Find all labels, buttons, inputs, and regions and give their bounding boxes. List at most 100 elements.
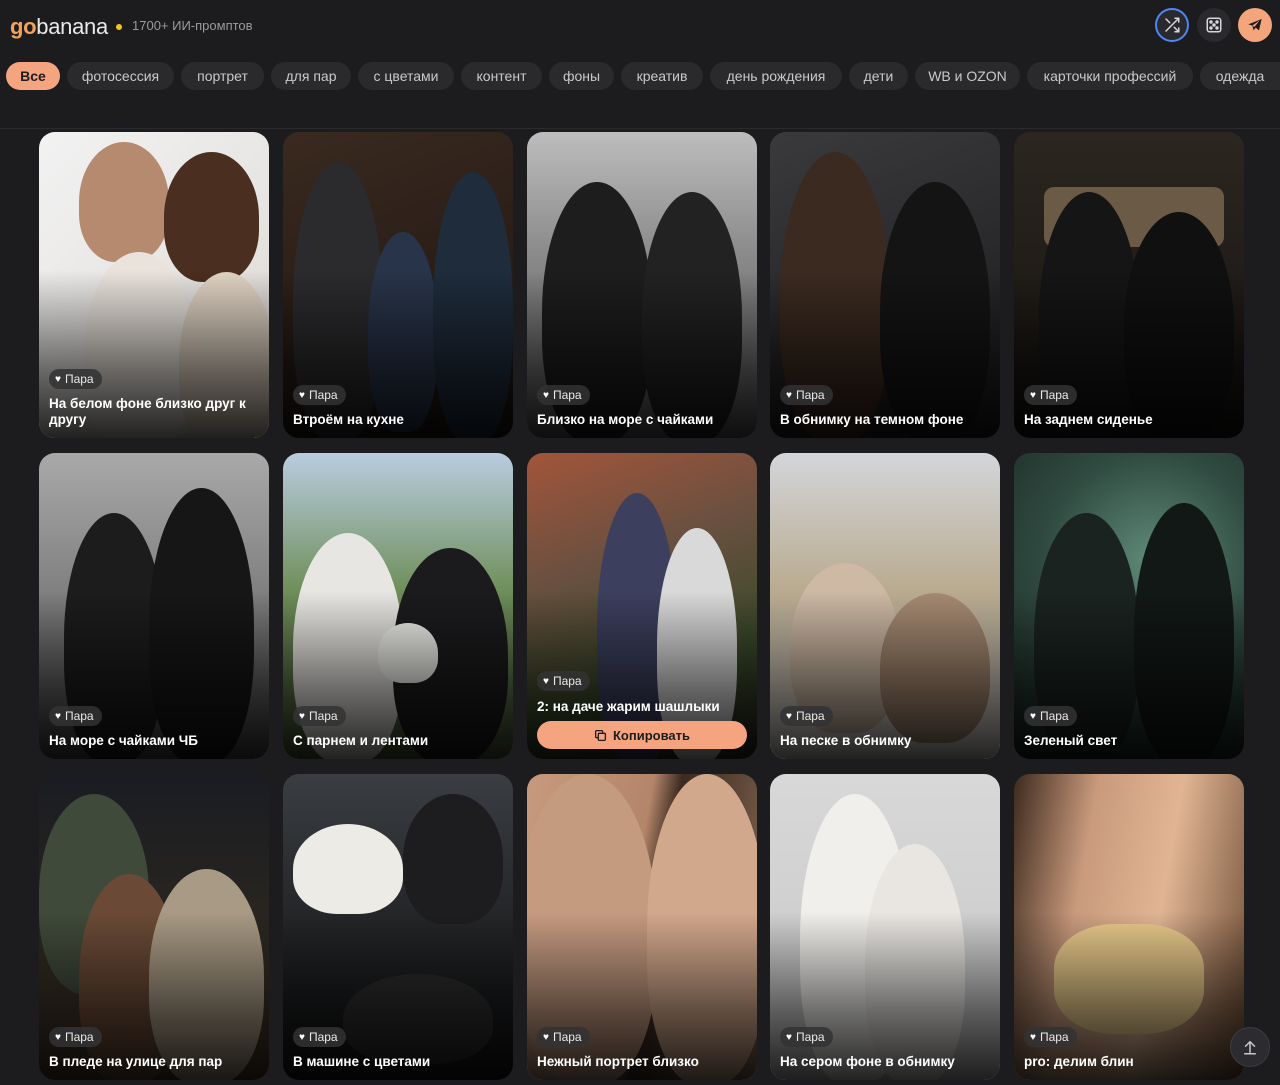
card-badge: ♥ Пара (293, 706, 346, 726)
copy-button-label: Копировать (612, 727, 690, 743)
shuffle-icon (1165, 17, 1180, 33)
filter-chip[interactable]: карточки профессий (1027, 62, 1193, 90)
card-badge: ♥ Пара (1024, 385, 1077, 405)
filter-chip[interactable]: контент (461, 62, 542, 90)
filter-chip[interactable]: WB и OZON (915, 62, 1020, 90)
filter-chip[interactable]: для пар (271, 62, 351, 90)
prompt-card[interactable]: ♥ Пара На море с чайками ЧБ (39, 453, 269, 759)
category-filters: Все фотосессия портрет для пар с цветами… (0, 62, 1280, 92)
heart-icon: ♥ (55, 1031, 61, 1043)
filter-chip[interactable]: креатив (621, 62, 703, 90)
card-title: С парнем и лентами (293, 733, 429, 748)
logo-banana: banana (36, 14, 108, 39)
card-title: На песке в обнимку (780, 733, 912, 748)
heart-icon: ♥ (1030, 710, 1036, 722)
scroll-top-button[interactable] (1230, 1027, 1270, 1067)
card-title: На море с чайками ЧБ (49, 733, 198, 748)
prompt-card[interactable]: ♥ Пара На сером фоне в обнимку (770, 774, 1000, 1080)
random-button[interactable] (1197, 8, 1231, 42)
badge-label: Пара (64, 709, 94, 723)
badge-label: Пара (552, 1030, 582, 1044)
card-title: Зеленый свет (1024, 733, 1118, 748)
card-badge: ♥ Пара (1024, 706, 1077, 726)
badge-label: Пара (795, 388, 825, 402)
badge-label: Пара (1039, 709, 1069, 723)
filter-chip[interactable]: с цветами (358, 62, 454, 90)
arrow-up-icon (1244, 1041, 1256, 1055)
card-badge: ♥ Пара (780, 385, 833, 405)
heart-icon: ♥ (1030, 389, 1036, 401)
prompt-card[interactable]: ♥ Пара На заднем сиденье (1014, 132, 1244, 438)
top-bar: go banana 1700+ ИИ-промптов (0, 0, 1280, 54)
divider (0, 128, 1280, 129)
card-badge: ♥ Пара (1024, 1027, 1077, 1047)
card-title: В пледе на улице для пар (49, 1054, 223, 1069)
copy-icon (594, 729, 607, 741)
prompt-card[interactable]: ♥ Пара Нежный портрет близко (527, 774, 757, 1080)
logo[interactable]: go banana (10, 14, 122, 40)
badge-label: Пара (552, 388, 582, 402)
prompt-card[interactable]: ♥ Пара Втроём на кухне (283, 132, 513, 438)
prompt-card[interactable]: ♥ Пара На белом фоне близко друг к другу (39, 132, 269, 438)
card-title: Втроём на кухне (293, 412, 404, 427)
card-title: Близко на море с чайками (537, 412, 714, 427)
prompt-card[interactable]: ♥ Пара Зеленый свет (1014, 453, 1244, 759)
heart-icon: ♥ (299, 1031, 305, 1043)
card-title: В обнимку на темном фоне (780, 412, 964, 427)
logo-go: go (10, 14, 37, 39)
filter-chip[interactable]: день рождения (710, 62, 842, 90)
prompt-card[interactable]: ♥ Пара На песке в обнимку (770, 453, 1000, 759)
card-badge: ♥ Пара (49, 369, 102, 389)
filter-chip[interactable]: фотосессия (67, 62, 174, 90)
tagline: 1700+ ИИ-промптов (132, 18, 253, 33)
prompt-card[interactable]: ♥ Пара pro: делим блин (1014, 774, 1244, 1080)
figure (79, 142, 169, 262)
badge-label: Пара (795, 709, 825, 723)
card-badge: ♥ Пара (537, 385, 590, 405)
figure (403, 794, 503, 924)
heart-icon: ♥ (55, 373, 61, 385)
heart-icon: ♥ (543, 1031, 549, 1043)
badge-label: Пара (308, 388, 338, 402)
badge-label: Пара (795, 1030, 825, 1044)
heart-icon: ♥ (299, 389, 305, 401)
shuffle-button[interactable] (1155, 8, 1189, 42)
filter-chip[interactable]: дети (849, 62, 908, 90)
badge-label: Пара (308, 1030, 338, 1044)
prompt-card-hovered[interactable]: ♥ Пара 2: на даче жарим шашлыки Копироват… (527, 453, 757, 759)
heart-icon: ♥ (299, 710, 305, 722)
prompt-card[interactable]: ♥ Пара В обнимку на темном фоне (770, 132, 1000, 438)
filter-chip[interactable]: портрет (181, 62, 264, 90)
card-badge: ♥ Пара (537, 671, 590, 691)
card-badge: ♥ Пара (780, 706, 833, 726)
badge-label: Пара (64, 372, 94, 386)
telegram-button[interactable] (1238, 8, 1272, 42)
badge-label: Пара (308, 709, 338, 723)
prompt-card[interactable]: ♥ Пара В пледе на улице для пар (39, 774, 269, 1080)
badge-label: Пара (64, 1030, 94, 1044)
card-badge: ♥ Пара (293, 1027, 346, 1047)
heart-icon: ♥ (55, 710, 61, 722)
card-badge: ♥ Пара (293, 385, 346, 405)
figure (293, 824, 403, 914)
prompt-card[interactable]: ♥ Пара Близко на море с чайками (527, 132, 757, 438)
card-title: Нежный портрет близко (537, 1054, 699, 1069)
figure (164, 152, 259, 282)
card-badge: ♥ Пара (49, 706, 102, 726)
prompt-card[interactable]: ♥ Пара С парнем и лентами (283, 453, 513, 759)
card-badge: ♥ Пара (537, 1027, 590, 1047)
heart-icon: ♥ (1030, 1031, 1036, 1043)
card-title: pro: делим блин (1024, 1054, 1134, 1069)
card-title: На заднем сиденье (1024, 412, 1153, 427)
heart-icon: ♥ (786, 710, 792, 722)
filter-chip-all[interactable]: Все (6, 62, 60, 90)
dice-icon (1206, 17, 1222, 33)
badge-label: Пара (1039, 388, 1069, 402)
copy-button[interactable]: Копировать (537, 721, 747, 749)
badge-label: Пара (1039, 1030, 1069, 1044)
prompt-card[interactable]: ♥ Пара В машине с цветами (283, 774, 513, 1080)
badge-label: Пара (552, 674, 582, 688)
filter-chip[interactable]: фоны (549, 62, 614, 90)
card-badge: ♥ Пара (49, 1027, 102, 1047)
filter-chip[interactable]: одежда (1200, 62, 1280, 90)
